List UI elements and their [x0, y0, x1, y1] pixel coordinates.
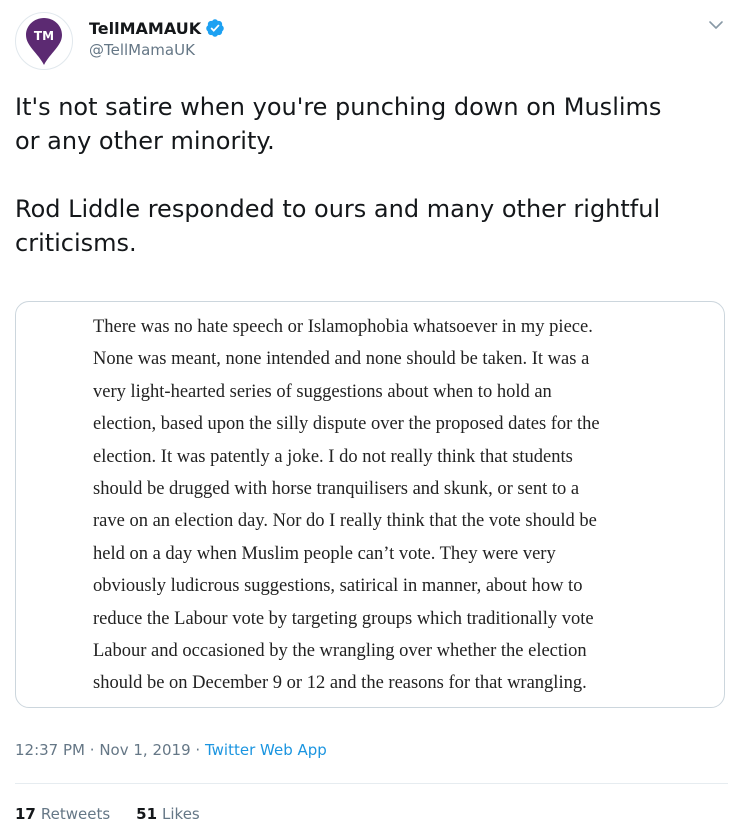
user-info[interactable]: TellMAMAUK @TellMamaUK [89, 16, 225, 59]
chevron-down-icon[interactable] [707, 16, 725, 34]
statement-line: should be on December 9 or 12 and the re… [93, 673, 587, 694]
tellmama-logo-icon: TM [26, 18, 62, 65]
attached-image[interactable]: There was no hate speech or Islamophobia… [15, 301, 725, 708]
retweets-label: Retweets [40, 805, 111, 823]
likes-label: Likes [162, 805, 200, 823]
tweet-paragraph: It's not satire when you're punching dow… [15, 90, 725, 158]
divider [15, 783, 728, 784]
tweet-date[interactable]: Nov 1, 2019 [99, 741, 190, 759]
tweet-text-line: or any other minority. [15, 127, 275, 155]
source-app-link[interactable]: Twitter Web App [205, 741, 327, 759]
statement-line: rave on an election day. Nor do I really… [93, 511, 597, 532]
retweets-stat[interactable]: 17 Retweets [15, 805, 110, 823]
retweets-count: 17 [15, 805, 36, 823]
tweet-time[interactable]: 12:37 PM [15, 741, 85, 759]
statement-line: reduce the Labour vote by targeting grou… [93, 608, 594, 629]
likes-count: 51 [136, 805, 158, 823]
avatar-logo-text: TM [34, 29, 54, 43]
meta-separator: · [89, 741, 95, 759]
tweet-text-line: Rod Liddle responded to ours and many ot… [15, 195, 661, 223]
statement-line: election. It was patently a joke. I do n… [93, 446, 573, 467]
statement-line: None was meant, none intended and none s… [93, 349, 590, 370]
tweet-card: TM TellMAMAUK @TellMamaUK It's not satir… [0, 0, 743, 830]
statement-line: Labour and occasioned by the wrangling o… [93, 641, 587, 662]
tweet-text-line: It's not satire when you're punching dow… [15, 93, 662, 121]
avatar[interactable]: TM [15, 12, 73, 70]
tweet-stats: 17 Retweets 51 Likes [15, 805, 226, 823]
user-handle[interactable]: @TellMamaUK [89, 41, 225, 59]
statement-line: obviously ludicrous suggestions, satiric… [93, 576, 583, 597]
tweet-text-line: criticisms. [15, 229, 137, 257]
statement-line: There was no hate speech or Islamophobia… [93, 317, 593, 337]
statement-line: should be drugged with horse tranquilise… [93, 479, 580, 500]
meta-separator: · [195, 741, 201, 759]
likes-stat[interactable]: 51 Likes [136, 805, 200, 823]
statement-line: held on a day when Muslim people can’t v… [93, 543, 556, 564]
statement-line: very light-hearted series of suggestions… [93, 381, 552, 402]
tweet-text: It's not satire when you're punching dow… [15, 90, 725, 260]
statement-line: election, based upon the silly dispute o… [93, 414, 600, 435]
display-name[interactable]: TellMAMAUK [89, 19, 201, 38]
tweet-paragraph: Rod Liddle responded to ours and many ot… [15, 192, 725, 260]
verified-badge-icon [205, 18, 225, 38]
tweet-metadata: 12:37 PM · Nov 1, 2019 · Twitter Web App [15, 741, 327, 759]
statement-text: There was no hate speech or Islamophobia… [93, 311, 693, 700]
